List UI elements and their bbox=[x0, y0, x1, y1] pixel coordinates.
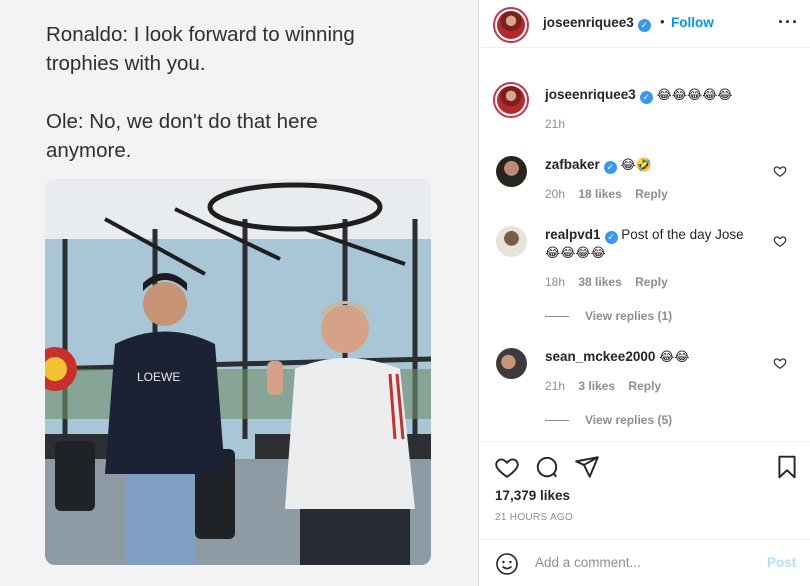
add-comment-input[interactable]: Add a comment... bbox=[535, 555, 641, 570]
view-replies-label[interactable]: View replies (5) bbox=[585, 413, 672, 427]
comment-likes[interactable]: 38 likes bbox=[578, 275, 621, 289]
office-scene-illustration: LOEWE bbox=[45, 179, 431, 565]
comment-reply-button[interactable]: Reply bbox=[628, 379, 661, 393]
comment-meta: 20h 18 likes Reply bbox=[545, 187, 668, 201]
commenter-avatar[interactable] bbox=[496, 348, 527, 379]
author-username[interactable]: joseenriquee3 ✓ bbox=[543, 15, 651, 32]
verified-badge-icon: ✓ bbox=[639, 91, 653, 104]
view-replies-button[interactable]: View replies (5) bbox=[545, 413, 672, 427]
reply-thread-line bbox=[545, 420, 569, 421]
comment-line: sean_mckee2000 😂😂 bbox=[545, 348, 690, 365]
comment-like-heart-icon[interactable] bbox=[773, 234, 787, 248]
post-sidebar: joseenriquee3 ✓ • Follow ··· joseenriquee… bbox=[480, 0, 810, 586]
post-media: Ronaldo: I look forward to winning troph… bbox=[0, 0, 479, 586]
comment-time: 20h bbox=[545, 187, 566, 201]
comment-time: 18h bbox=[545, 275, 566, 289]
commenter-avatar[interactable] bbox=[496, 156, 527, 187]
verified-badge-icon: ✓ bbox=[604, 231, 618, 244]
reply-thread-line bbox=[545, 316, 569, 317]
comment-like-heart-icon[interactable] bbox=[773, 164, 787, 178]
likes-count[interactable]: 17,379 likes bbox=[495, 488, 570, 503]
author-avatar[interactable] bbox=[493, 7, 529, 43]
comment-line: realpvd1 ✓ Post of the day Jose 😂😂😂😂 bbox=[545, 226, 770, 261]
sweater-logo-text: LOEWE bbox=[137, 370, 180, 384]
comment-time: 21h bbox=[545, 379, 566, 393]
header-separator: • bbox=[660, 14, 665, 29]
post-comment-button[interactable]: Post bbox=[767, 555, 796, 570]
comment-text: 😂🤣 bbox=[620, 157, 652, 172]
comment-username[interactable]: sean_mckee2000 bbox=[545, 349, 655, 364]
comment-line: zafbaker ✓ 😂🤣 bbox=[545, 156, 652, 174]
post-header: joseenriquee3 ✓ • Follow ··· bbox=[480, 0, 810, 48]
post-timestamp: 21 HOURS AGO bbox=[495, 512, 574, 523]
view-replies-button[interactable]: View replies (1) bbox=[545, 309, 672, 323]
owner-comment-text: 😂😂😂😂😂 bbox=[656, 87, 733, 102]
comment-username[interactable]: zafbaker bbox=[545, 157, 600, 172]
post-photo[interactable]: LOEWE bbox=[45, 179, 431, 565]
owner-comment-username[interactable]: joseenriquee3 bbox=[545, 87, 636, 102]
owner-comment-avatar[interactable] bbox=[493, 82, 529, 118]
follow-button[interactable]: Follow bbox=[671, 15, 714, 30]
comment-likes[interactable]: 18 likes bbox=[578, 187, 621, 201]
comment-likes[interactable]: 3 likes bbox=[578, 379, 615, 393]
view-replies-label[interactable]: View replies (1) bbox=[585, 309, 672, 323]
commenter-avatar[interactable] bbox=[496, 226, 527, 257]
comment-text: 😂😂 bbox=[659, 349, 690, 364]
more-options-icon[interactable]: ··· bbox=[778, 12, 799, 33]
comment-text-emoji: 😂😂😂😂 bbox=[545, 245, 606, 260]
comment-reply-button[interactable]: Reply bbox=[635, 187, 668, 201]
like-heart-icon[interactable] bbox=[494, 454, 520, 480]
comment-like-heart-icon[interactable] bbox=[773, 356, 787, 370]
post-actions: 17,379 likes 21 HOURS AGO bbox=[480, 441, 810, 541]
author-username-text[interactable]: joseenriquee3 bbox=[543, 15, 634, 30]
comment-reply-button[interactable]: Reply bbox=[635, 275, 668, 289]
comment-bubble-icon[interactable] bbox=[534, 454, 560, 480]
save-bookmark-icon[interactable] bbox=[774, 454, 800, 480]
add-comment-bar: Add a comment... Post bbox=[480, 539, 810, 586]
emoji-smiley-icon[interactable] bbox=[495, 552, 519, 576]
comment-text: Post of the day Jose bbox=[621, 227, 744, 242]
owner-comment-line: joseenriquee3 ✓ 😂😂😂😂😂 bbox=[545, 86, 733, 104]
verified-badge-icon: ✓ bbox=[603, 161, 617, 174]
share-paper-plane-icon[interactable] bbox=[574, 454, 600, 480]
comment-meta: 21h 3 likes Reply bbox=[545, 379, 661, 393]
comment-username[interactable]: realpvd1 bbox=[545, 227, 601, 242]
instagram-post-view: Ronaldo: I look forward to winning troph… bbox=[0, 0, 810, 586]
meme-caption: Ronaldo: I look forward to winning troph… bbox=[46, 23, 355, 162]
verified-badge-icon: ✓ bbox=[637, 19, 651, 32]
owner-comment-time: 21h bbox=[545, 117, 566, 131]
comment-meta: 18h 38 likes Reply bbox=[545, 275, 668, 289]
